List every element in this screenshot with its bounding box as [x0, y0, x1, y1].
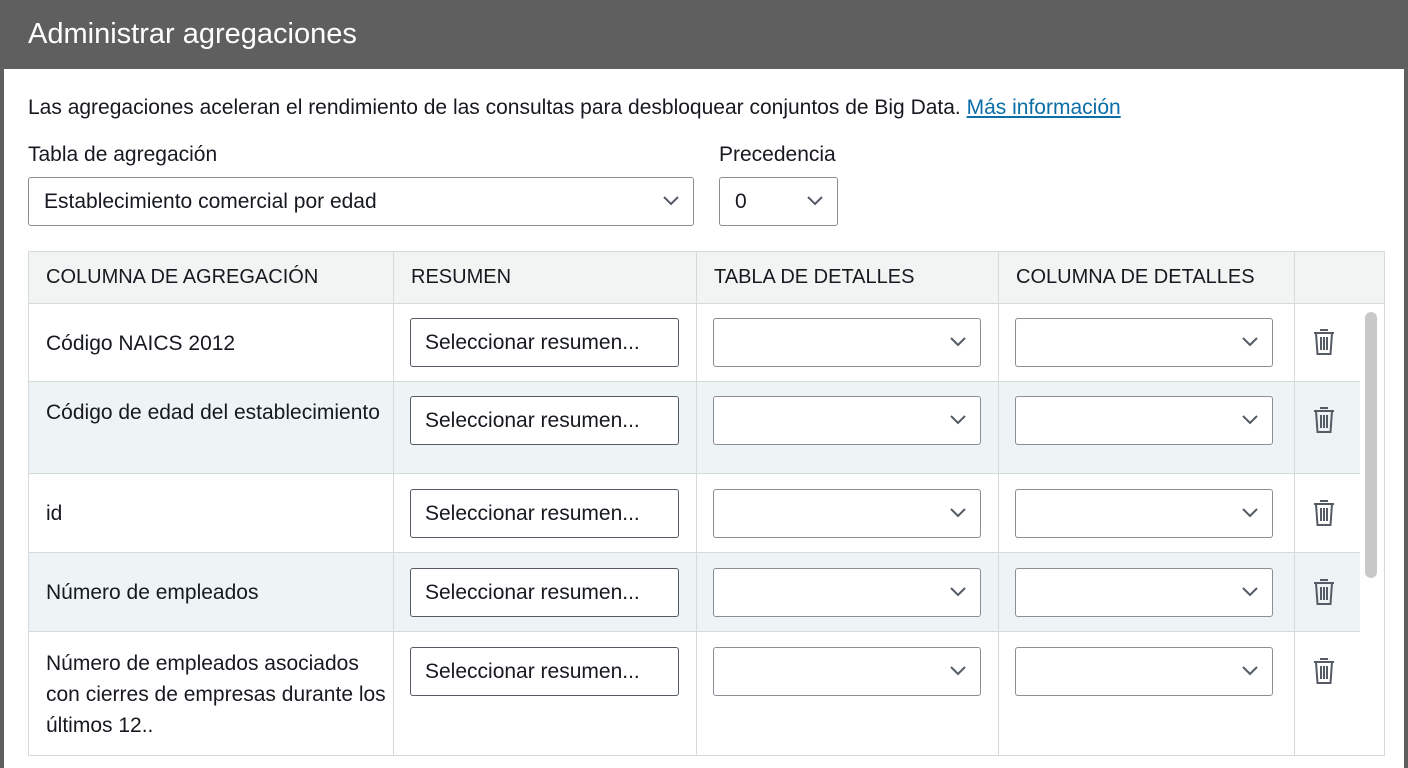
- detail-table-select[interactable]: [713, 396, 981, 445]
- detail-table-select[interactable]: [713, 568, 981, 617]
- table-header: COLUMNA DE AGREGACIÓN RESUMEN TABLA DE D…: [29, 252, 1384, 304]
- trash-icon[interactable]: [1312, 656, 1336, 686]
- table-row: Código NAICS 2012 Seleccionar resumen...: [29, 304, 1360, 382]
- chevron-down-icon: [1242, 507, 1258, 519]
- select-summary-button[interactable]: Seleccionar resumen...: [410, 647, 679, 696]
- header-detail-column: COLUMNA DE DETALLES: [999, 252, 1295, 303]
- row-column-name: Código NAICS 2012: [46, 332, 236, 355]
- description-text: Las agregaciones aceleran el rendimiento…: [28, 96, 961, 119]
- chevron-down-icon: [950, 586, 966, 598]
- aggregation-table-select[interactable]: Establecimiento comercial por edad: [28, 177, 694, 226]
- row-column-name: id: [46, 502, 63, 525]
- precedence-label: Precedencia: [719, 143, 836, 166]
- aggregations-table: COLUMNA DE AGREGACIÓN RESUMEN TABLA DE D…: [28, 251, 1385, 756]
- header-detail-table: TABLA DE DETALLES: [697, 252, 999, 303]
- chevron-down-icon: [950, 507, 966, 519]
- select-summary-button[interactable]: Seleccionar resumen...: [410, 396, 679, 445]
- aggregation-table-label: Tabla de agregación: [28, 143, 218, 166]
- chevron-down-icon: [663, 195, 679, 207]
- row-column-name: Número de empleados asociados con cierre…: [46, 652, 386, 737]
- chevron-down-icon: [1242, 586, 1258, 598]
- chevron-down-icon: [950, 336, 966, 348]
- detail-column-select[interactable]: [1015, 647, 1273, 696]
- detail-column-select[interactable]: [1015, 318, 1273, 367]
- detail-table-select[interactable]: [713, 489, 981, 538]
- detail-column-select[interactable]: [1015, 396, 1273, 445]
- chevron-down-icon: [1242, 665, 1258, 677]
- header-aggregation-column: COLUMNA DE AGREGACIÓN: [29, 252, 394, 303]
- select-summary-button[interactable]: Seleccionar resumen...: [410, 489, 679, 538]
- chevron-down-icon: [807, 195, 823, 207]
- detail-column-select[interactable]: [1015, 568, 1273, 617]
- table-scrollbar-thumb[interactable]: [1365, 312, 1377, 578]
- dialog-title: Administrar agregaciones: [0, 0, 1408, 69]
- detail-table-select[interactable]: [713, 647, 981, 696]
- dialog-description: Las agregaciones aceleran el rendimiento…: [28, 96, 1121, 120]
- chevron-down-icon: [1242, 336, 1258, 348]
- trash-icon[interactable]: [1312, 327, 1336, 357]
- table-row: id Seleccionar resumen...: [29, 474, 1360, 553]
- precedence-select[interactable]: 0: [719, 177, 838, 226]
- trash-icon[interactable]: [1312, 498, 1336, 528]
- table-row: Número de empleados Seleccionar resumen.…: [29, 553, 1360, 632]
- aggregation-table-value: Establecimiento comercial por edad: [44, 190, 377, 213]
- chevron-down-icon: [1242, 414, 1258, 426]
- select-summary-button[interactable]: Seleccionar resumen...: [410, 568, 679, 617]
- row-column-name: Número de empleados: [46, 581, 259, 604]
- trash-icon[interactable]: [1312, 405, 1336, 435]
- trash-icon[interactable]: [1312, 577, 1336, 607]
- detail-table-select[interactable]: [713, 318, 981, 367]
- row-column-name: Código de edad del establecimiento: [46, 401, 380, 424]
- dialog-border-right: [1404, 69, 1408, 768]
- table-row: Número de empleados asociados con cierre…: [29, 632, 1360, 755]
- select-summary-button[interactable]: Seleccionar resumen...: [410, 318, 679, 367]
- chevron-down-icon: [950, 665, 966, 677]
- detail-column-select[interactable]: [1015, 489, 1273, 538]
- table-row: Código de edad del establecimiento Selec…: [29, 382, 1360, 474]
- header-summary: RESUMEN: [394, 252, 697, 303]
- learn-more-link[interactable]: Más información: [967, 96, 1121, 119]
- header-actions: [1295, 252, 1384, 303]
- chevron-down-icon: [950, 414, 966, 426]
- precedence-value: 0: [735, 190, 747, 213]
